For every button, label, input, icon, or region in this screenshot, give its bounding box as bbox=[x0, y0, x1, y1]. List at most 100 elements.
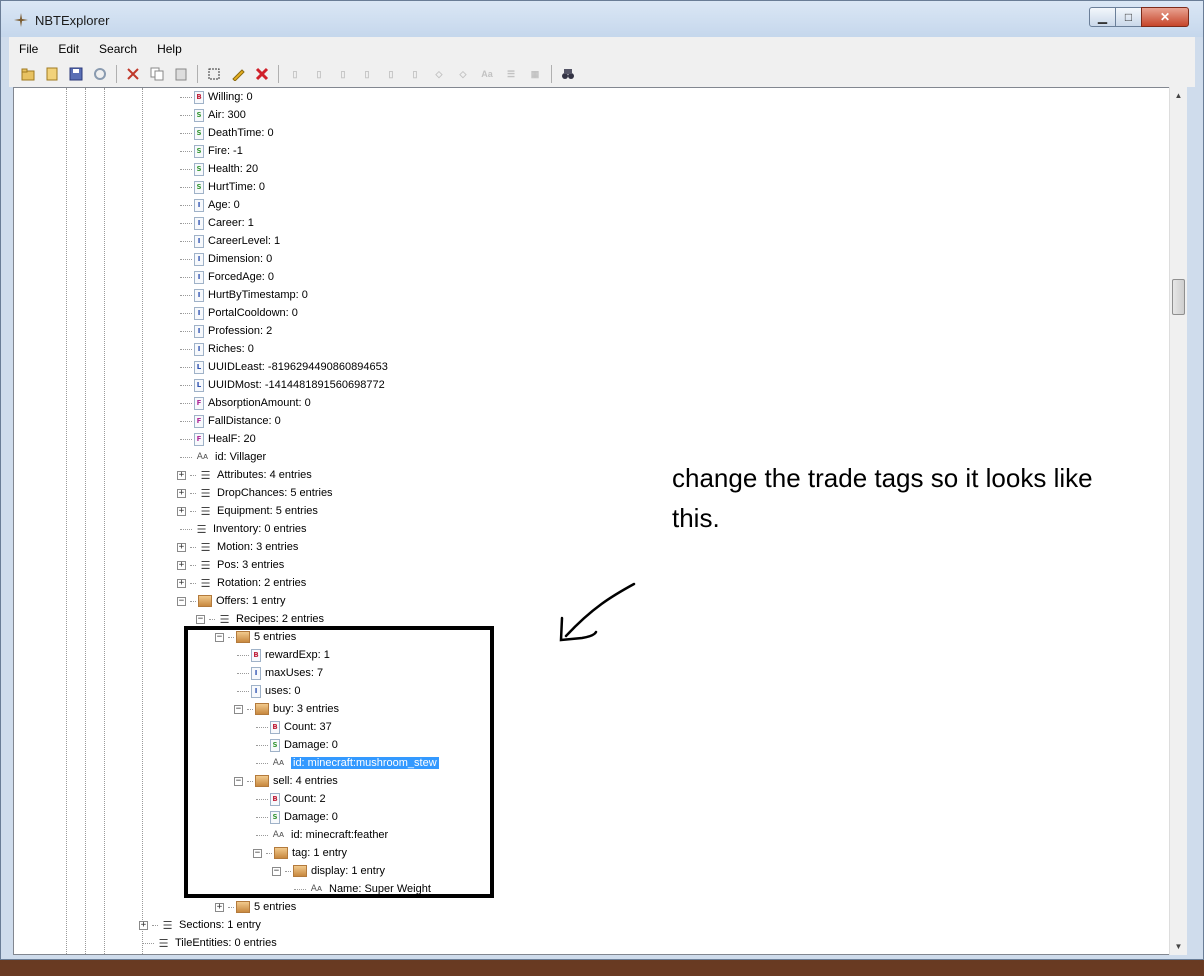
tree-node[interactable]: L UUIDMost: -1414481891560698772 bbox=[180, 377, 385, 393]
tree-node[interactable]: S Health: 20 bbox=[180, 161, 258, 177]
tree-node[interactable]: I ForcedAge: 0 bbox=[180, 269, 274, 285]
edit-pencil-icon[interactable] bbox=[227, 63, 249, 85]
tree-connector bbox=[180, 330, 192, 332]
tree-node[interactable]: S Air: 300 bbox=[180, 107, 246, 123]
menu-search[interactable]: Search bbox=[89, 37, 147, 61]
tree-node[interactable]: Aᴀ id: Villager bbox=[180, 449, 266, 465]
list-tag-icon: ☰ bbox=[200, 486, 211, 500]
tree-node[interactable]: F HealF: 20 bbox=[180, 431, 256, 447]
add-int-icon[interactable]: ▯ bbox=[332, 63, 354, 85]
add-list-icon[interactable]: ☰ bbox=[500, 63, 522, 85]
tree-node[interactable]: +5 entries bbox=[215, 899, 297, 915]
tree-node[interactable]: + ☰ Attributes: 4 entries bbox=[177, 467, 312, 483]
tree-node[interactable]: + ☰ Motion: 3 entries bbox=[177, 539, 298, 555]
save-icon[interactable] bbox=[65, 63, 87, 85]
refresh-icon[interactable] bbox=[89, 63, 111, 85]
expand-icon[interactable]: + bbox=[177, 506, 186, 516]
menu-help[interactable]: Help bbox=[147, 37, 192, 61]
open-file-icon[interactable] bbox=[41, 63, 63, 85]
tree-node[interactable]: I Profession: 2 bbox=[180, 323, 272, 339]
close-button[interactable]: ✕ bbox=[1141, 7, 1189, 27]
expand-icon[interactable]: + bbox=[177, 578, 186, 588]
compound-tag-icon bbox=[236, 901, 250, 913]
tree-node[interactable]: − ☰ Recipes: 2 entries bbox=[196, 611, 324, 627]
tree-node-label: Willing: 0 bbox=[208, 91, 253, 103]
scrollbar-thumb[interactable] bbox=[1172, 279, 1185, 315]
tree-node[interactable]: I CareerLevel: 1 bbox=[180, 233, 280, 249]
string-tag-icon: Aᴀ bbox=[196, 452, 209, 462]
tree-node[interactable]: I Career: 1 bbox=[180, 215, 254, 231]
expand-icon[interactable]: + bbox=[215, 902, 224, 912]
tree-connector bbox=[190, 510, 196, 512]
add-compound-icon[interactable]: ▦ bbox=[524, 63, 546, 85]
add-string-icon[interactable]: Aa bbox=[476, 63, 498, 85]
s-tag-icon: S bbox=[194, 108, 204, 122]
expand-icon[interactable]: + bbox=[139, 920, 148, 930]
add-double-icon[interactable]: ▯ bbox=[404, 63, 426, 85]
add-float-icon[interactable]: ▯ bbox=[380, 63, 402, 85]
expand-icon[interactable]: + bbox=[177, 470, 186, 480]
scroll-down-arrow-icon[interactable]: ▼ bbox=[1170, 938, 1187, 955]
tree-node[interactable]: I Age: 0 bbox=[180, 197, 240, 213]
toolbar: ▯ ▯ ▯ ▯ ▯ ▯ ◇ ◇ Aa ☰ ▦ bbox=[9, 61, 1195, 87]
tree-node[interactable]: S DeathTime: 0 bbox=[180, 125, 274, 141]
collapse-icon[interactable]: − bbox=[196, 614, 205, 624]
tree-node-label: ForcedAge: 0 bbox=[208, 271, 275, 283]
tree-node[interactable]: + ☰ Pos: 3 entries bbox=[177, 557, 284, 573]
tree-node[interactable]: − Offers: 1 entry bbox=[177, 593, 286, 609]
tree-node[interactable]: I PortalCooldown: 0 bbox=[180, 305, 298, 321]
cut-icon[interactable] bbox=[122, 63, 144, 85]
expand-icon[interactable]: + bbox=[177, 488, 186, 498]
minimize-button[interactable]: ▁ bbox=[1089, 7, 1116, 27]
tree-node[interactable]: I Riches: 0 bbox=[180, 341, 254, 357]
maximize-button[interactable]: □ bbox=[1115, 7, 1142, 27]
tree-node-label: Attributes: 4 entries bbox=[217, 469, 312, 481]
paste-icon[interactable] bbox=[170, 63, 192, 85]
expand-icon[interactable]: + bbox=[177, 560, 186, 570]
menu-edit[interactable]: Edit bbox=[48, 37, 89, 61]
tree-node[interactable]: S Fire: -1 bbox=[180, 143, 243, 159]
expand-icon[interactable]: + bbox=[177, 542, 186, 552]
tree-connector bbox=[228, 906, 234, 908]
title-bar[interactable]: NBTExplorer ▁ □ ✕ bbox=[1, 1, 1203, 37]
toolbar-separator bbox=[551, 65, 552, 83]
s-tag-icon: S bbox=[194, 144, 204, 158]
add-byte-icon[interactable]: ▯ bbox=[284, 63, 306, 85]
tree-node[interactable]: I Dimension: 0 bbox=[180, 251, 272, 267]
find-binoculars-icon[interactable] bbox=[557, 63, 579, 85]
tree-node-label: 5 entries bbox=[254, 901, 297, 913]
tree-node-label: Sections: 1 entry bbox=[179, 919, 261, 931]
collapse-icon[interactable]: − bbox=[177, 596, 186, 606]
copy-icon[interactable] bbox=[146, 63, 168, 85]
i-tag-icon: I bbox=[194, 252, 204, 266]
add-short-icon[interactable]: ▯ bbox=[308, 63, 330, 85]
scroll-up-arrow-icon[interactable]: ▲ bbox=[1170, 87, 1187, 104]
add-byte-array-icon[interactable]: ◇ bbox=[428, 63, 450, 85]
annotation-arrow-icon bbox=[559, 582, 636, 642]
tree-node[interactable]: F AbsorptionAmount: 0 bbox=[180, 395, 311, 411]
tree-node[interactable]: F FallDistance: 0 bbox=[180, 413, 281, 429]
annotation-note: change the trade tags so it looks like t… bbox=[672, 463, 1093, 533]
rename-icon[interactable] bbox=[203, 63, 225, 85]
tree-connector bbox=[180, 366, 192, 368]
tree-node[interactable]: + ☰ DropChances: 5 entries bbox=[177, 485, 333, 501]
tree-node[interactable]: + ☰ Rotation: 2 entries bbox=[177, 575, 306, 591]
delete-icon[interactable] bbox=[251, 63, 273, 85]
tree-node[interactable]: I HurtByTimestamp: 0 bbox=[180, 287, 308, 303]
tree-node[interactable]: + ☰ Sections: 1 entry bbox=[139, 917, 261, 933]
add-int-array-icon[interactable]: ◇ bbox=[452, 63, 474, 85]
tree-node[interactable]: ☰ Inventory: 0 entries bbox=[180, 521, 307, 537]
open-folder-icon[interactable] bbox=[17, 63, 39, 85]
tree-node-label: CareerLevel: 1 bbox=[208, 235, 281, 247]
tree-node[interactable]: + ☰ Equipment: 5 entries bbox=[177, 503, 318, 519]
vertical-scrollbar[interactable]: ▲ ▼ bbox=[1169, 87, 1187, 955]
add-long-icon[interactable]: ▯ bbox=[356, 63, 378, 85]
l-tag-icon: L bbox=[194, 360, 204, 374]
tree-node[interactable]: S HurtTime: 0 bbox=[180, 179, 265, 195]
menu-file[interactable]: File bbox=[9, 37, 48, 61]
tree-node-label: HurtByTimestamp: 0 bbox=[208, 289, 308, 301]
tree-node[interactable]: ☰ TileEntities: 0 entries bbox=[142, 935, 277, 951]
tree-node[interactable]: L UUIDLeast: -8196294490860894653 bbox=[180, 359, 388, 375]
tree-node[interactable]: B Willing: 0 bbox=[180, 89, 253, 105]
tree-connector bbox=[190, 474, 196, 476]
